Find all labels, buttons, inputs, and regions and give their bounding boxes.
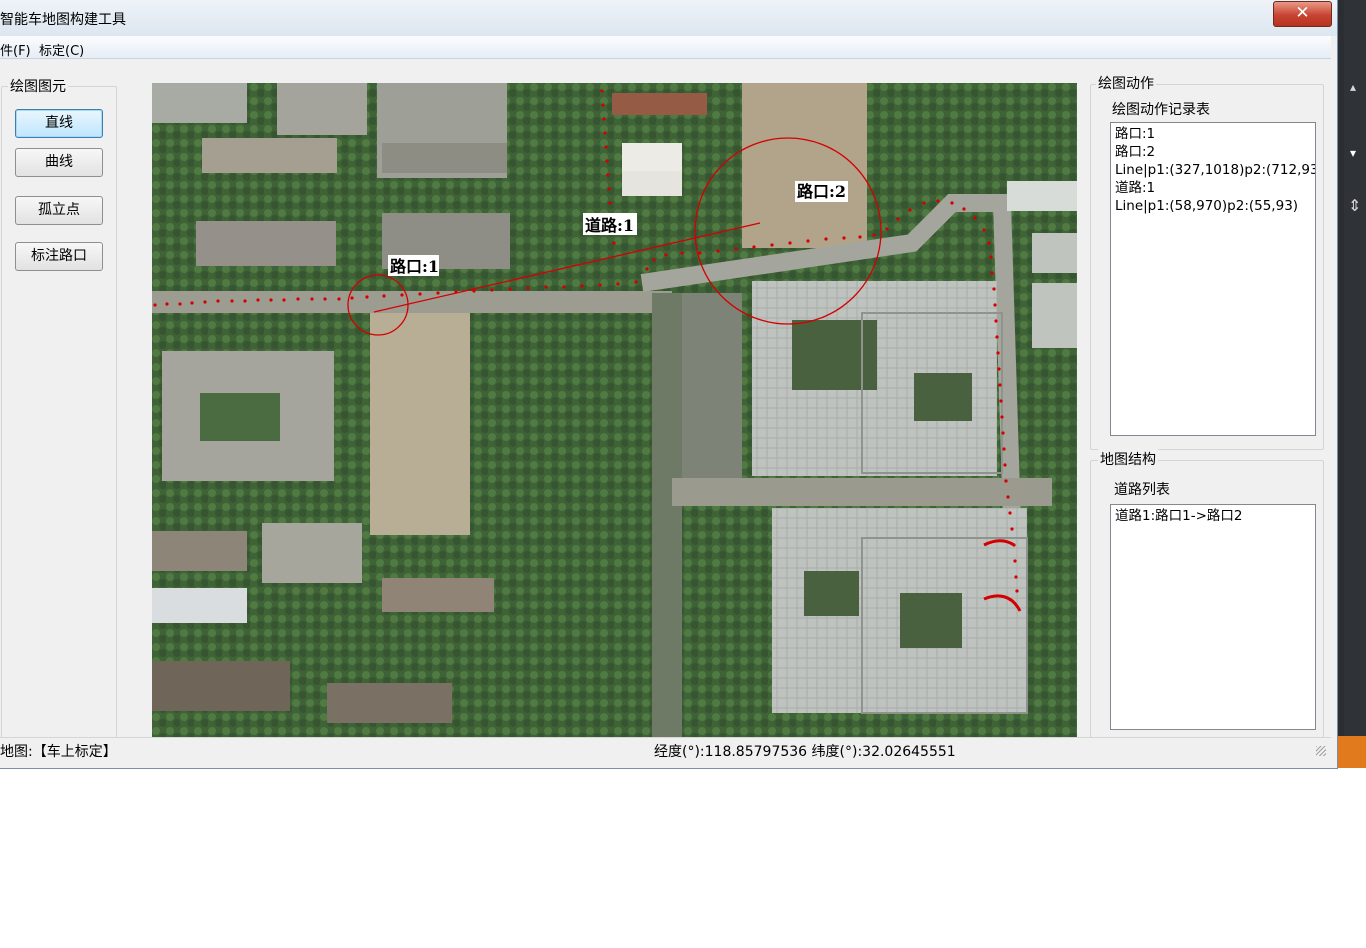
satellite-map: 路口:1 路口:2 道路:1 [152,83,1077,740]
list-item[interactable]: 路口:1 [1111,125,1315,143]
split-icon[interactable]: ⇕ [1348,196,1361,215]
map-canvas[interactable]: 路口:1 路口:2 道路:1 [152,83,1077,740]
primitives-group [1,86,117,740]
status-coordinates: 经度(°):118.85797536 纬度(°):32.02645551 [654,744,956,760]
line-button[interactable]: 直线 [15,109,103,138]
roads-list-title: 道路列表 [1114,482,1170,498]
background-app-strip: ▴ ▾ ⇕ [1338,0,1366,768]
road-label: 道路:1 [585,216,634,235]
window-title: 智能车地图构建工具 [0,12,126,28]
close-icon: ✕ [1295,3,1310,23]
resize-grip-icon[interactable] [1316,746,1326,756]
menu-file[interactable]: 件(F) [0,40,31,59]
scroll-up-icon[interactable]: ▴ [1350,80,1356,94]
mark-junction-button[interactable]: 标注路口 [15,242,103,271]
close-button[interactable]: ✕ [1273,1,1332,27]
structure-group-title: 地图结构 [1098,449,1158,469]
app-window: 智能车地图构建工具 ✕ 件(F) 标定(C) 绘图图元 直线 曲线 孤立点 标注… [0,0,1338,769]
actions-listbox[interactable]: 路口:1 路口:2 Line|p1:(327,1018)p2:(712,93 道… [1110,122,1316,436]
curve-button[interactable]: 曲线 [15,148,103,177]
actions-group-title: 绘图动作 [1096,73,1156,93]
list-item[interactable]: Line|p1:(58,970)p2:(55,93) [1111,197,1315,215]
menu-calibrate[interactable]: 标定(C) [39,40,84,59]
status-bar: 地图:【车上标定】 经度(°):118.85797536 纬度(°):32.02… [0,737,1331,762]
isolated-point-button[interactable]: 孤立点 [15,196,103,225]
accent-block [1338,736,1366,768]
roads-listbox[interactable]: 道路1:路口1->路口2 [1110,504,1316,730]
primitives-group-title: 绘图图元 [8,76,68,96]
scroll-track[interactable] [1344,0,1366,768]
actions-list-title: 绘图动作记录表 [1112,102,1210,118]
scroll-down-icon[interactable]: ▾ [1350,146,1356,160]
title-bar[interactable]: 智能车地图构建工具 ✕ [0,0,1337,36]
list-item[interactable]: 路口:2 [1111,143,1315,161]
list-item[interactable]: 道路:1 [1111,179,1315,197]
list-item[interactable]: 道路1:路口1->路口2 [1111,507,1315,525]
menu-bar: 件(F) 标定(C) [0,36,1331,59]
list-item[interactable]: Line|p1:(327,1018)p2:(712,93 [1111,161,1315,179]
status-map-label: 地图:【车上标定】 [0,744,117,760]
junction-label: 路口:1 [390,257,439,276]
junction-label: 路口:2 [797,182,846,201]
